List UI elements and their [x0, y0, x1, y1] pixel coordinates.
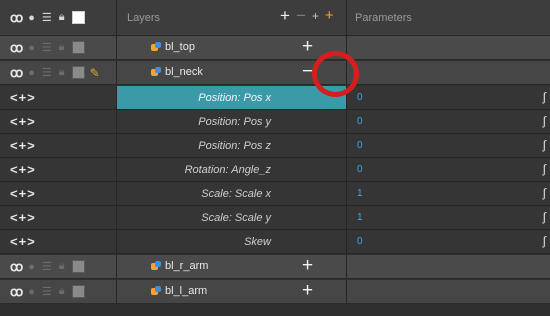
function-curve-icon[interactable]: ∫: [543, 210, 546, 224]
solo-icon[interactable]: ●: [28, 12, 35, 24]
timeline-header: ꝏ ● ☰ 🔒︎ Layers + − + + Parameters: [0, 0, 550, 36]
lock-icon[interactable]: 🔒︎: [59, 260, 65, 273]
database-icon[interactable]: ☰: [42, 285, 52, 298]
remove-layer-icon[interactable]: −: [296, 6, 306, 26]
function-curve-icon[interactable]: ∫: [543, 90, 546, 104]
expand-toggle[interactable]: <+>: [10, 186, 36, 201]
parameter-name[interactable]: Position: Pos y: [198, 116, 271, 128]
layer-row[interactable]: ꝏ ● ☰ 🔒︎ ✎ bl_neck −: [0, 61, 550, 85]
layer-name[interactable]: bl_l_arm: [165, 285, 207, 297]
parameter-value[interactable]: 0: [357, 92, 363, 103]
function-curve-icon[interactable]: ∫: [543, 114, 546, 128]
parameter-name[interactable]: Position: Pos z: [198, 140, 271, 152]
expand-toggle[interactable]: <+>: [10, 210, 36, 225]
expand-button[interactable]: +: [302, 37, 313, 57]
parameters-title: Parameters: [355, 12, 412, 24]
color-swatch-icon[interactable]: [71, 66, 85, 79]
solo-icon[interactable]: ●: [28, 67, 35, 79]
parameter-value[interactable]: 0: [357, 116, 363, 127]
lock-icon[interactable]: 🔒︎: [59, 285, 65, 298]
layer-row[interactable]: ꝏ ● ☰ 🔒︎ bl_l_arm +: [0, 280, 550, 304]
parameter-value[interactable]: 0: [357, 140, 363, 151]
visibility-icon[interactable]: ꝏ: [10, 40, 23, 56]
visibility-icon[interactable]: ꝏ: [10, 65, 23, 81]
parameter-row[interactable]: <+> Scale: Scale y 1 ∫: [0, 206, 550, 230]
parameter-row[interactable]: <+> Position: Pos z 0 ∫: [0, 134, 550, 158]
lock-icon[interactable]: 🔒︎: [59, 41, 65, 54]
expand-toggle[interactable]: <+>: [10, 114, 36, 129]
solo-icon[interactable]: ●: [28, 286, 35, 298]
add-layer-icon[interactable]: +: [280, 6, 290, 26]
parameter-value[interactable]: 1: [357, 188, 363, 199]
parameter-row[interactable]: <+> Rotation: Angle_z 0 ∫: [0, 158, 550, 182]
parameter-row[interactable]: <+> Position: Pos x 0 ∫: [0, 86, 550, 110]
show-all-icon[interactable]: ꝏ: [10, 10, 23, 26]
parameter-name[interactable]: Scale: Scale x: [201, 188, 271, 200]
color-swatch-icon[interactable]: [71, 41, 85, 54]
expand-toggle[interactable]: <+>: [10, 234, 36, 249]
pencil-icon: ✎: [89, 65, 100, 80]
parameter-name[interactable]: Position: Pos x: [198, 92, 271, 104]
layer-row[interactable]: ꝏ ● ☰ 🔒︎ bl_top +: [0, 36, 550, 60]
add-peg-icon[interactable]: +: [312, 6, 319, 26]
visibility-icon[interactable]: ꝏ: [10, 259, 23, 275]
lock-icon[interactable]: 🔒︎: [59, 11, 65, 24]
parameter-row[interactable]: <+> Scale: Scale x 1 ∫: [0, 182, 550, 206]
layer-name[interactable]: bl_top: [165, 41, 195, 53]
layer-name[interactable]: bl_neck: [165, 66, 203, 78]
expand-toggle[interactable]: <+>: [10, 90, 36, 105]
expand-toggle[interactable]: <+>: [10, 138, 36, 153]
solo-icon[interactable]: ●: [28, 261, 35, 273]
layer-name[interactable]: bl_r_arm: [165, 260, 208, 272]
parameter-value[interactable]: 1: [357, 212, 363, 223]
expand-button[interactable]: +: [302, 281, 313, 301]
header-toggles: ꝏ ● ☰ 🔒︎: [0, 0, 117, 35]
collapse-button[interactable]: −: [302, 62, 313, 82]
function-curve-icon[interactable]: ∫: [543, 186, 546, 200]
parameter-row[interactable]: <+> Skew 0 ∫: [0, 230, 550, 254]
layer-type-icon: [151, 261, 161, 271]
layer-row[interactable]: ꝏ ● ☰ 🔒︎ bl_r_arm +: [0, 255, 550, 279]
database-icon[interactable]: ☰: [42, 41, 52, 54]
function-curve-icon[interactable]: ∫: [543, 162, 546, 176]
layer-tools: + − + +: [280, 6, 334, 26]
parameter-name[interactable]: Skew: [244, 236, 271, 248]
expand-button[interactable]: +: [302, 256, 313, 276]
lock-icon[interactable]: 🔒︎: [59, 66, 65, 79]
parameter-name[interactable]: Scale: Scale y: [201, 212, 271, 224]
function-curve-icon[interactable]: ∫: [543, 138, 546, 152]
function-curve-icon[interactable]: ∫: [543, 234, 546, 248]
layer-type-icon: [151, 286, 161, 296]
parameter-row[interactable]: <+> Position: Pos y 0 ∫: [0, 110, 550, 134]
color-swatch-icon[interactable]: [71, 260, 85, 273]
solo-icon[interactable]: ●: [28, 42, 35, 54]
parameter-value[interactable]: 0: [357, 236, 363, 247]
layers-title: Layers: [127, 12, 161, 24]
database-icon[interactable]: ☰: [42, 66, 52, 79]
parameters-header: Parameters: [347, 0, 550, 35]
visibility-icon[interactable]: ꝏ: [10, 284, 23, 300]
layer-type-icon: [151, 42, 161, 52]
database-icon[interactable]: ☰: [42, 11, 52, 24]
layers-header: Layers + − + +: [117, 0, 347, 35]
layer-type-icon: [151, 67, 161, 77]
parameter-value[interactable]: 0: [357, 164, 363, 175]
database-icon[interactable]: ☰: [42, 260, 52, 273]
add-drawing-layer-icon[interactable]: +: [325, 6, 334, 26]
color-swatch-icon[interactable]: [71, 285, 85, 298]
parameter-name[interactable]: Rotation: Angle_z: [185, 164, 271, 176]
expand-toggle[interactable]: <+>: [10, 162, 36, 177]
color-swatch-icon[interactable]: [71, 11, 85, 24]
